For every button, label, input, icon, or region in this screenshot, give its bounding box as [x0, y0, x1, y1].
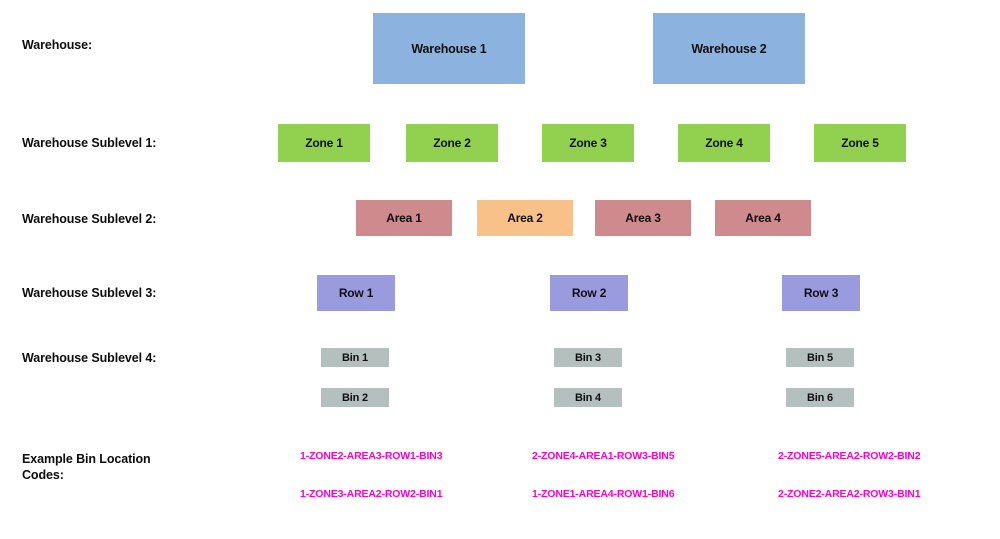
bin-box-bin-1[interactable]: Bin 1	[321, 348, 389, 367]
bin-location-code-3: 2-ZONE5-AREA2-ROW2-BIN2	[778, 450, 921, 462]
zone-box-zone-1[interactable]: Zone 1	[278, 124, 370, 162]
area-box-area-1[interactable]: Area 1	[356, 200, 452, 236]
row-label-codes: Example Bin Location Codes:	[22, 452, 151, 482]
zone-box-zone-3[interactable]: Zone 3	[542, 124, 634, 162]
bin-location-code-4: 1-ZONE3-AREA2-ROW2-BIN1	[300, 488, 443, 500]
bin-box-bin-5[interactable]: Bin 5	[786, 348, 854, 367]
warehouse-box-warehouse-2[interactable]: Warehouse 2	[653, 13, 805, 84]
area-box-area-3[interactable]: Area 3	[595, 200, 691, 236]
bin-location-code-1: 1-ZONE2-AREA3-ROW1-BIN3	[300, 450, 443, 462]
bin-box-bin-3[interactable]: Bin 3	[554, 348, 622, 367]
row-box-row-3[interactable]: Row 3	[782, 275, 860, 311]
warehouse-box-warehouse-1[interactable]: Warehouse 1	[373, 13, 525, 84]
row-label-warehouse: Warehouse:	[22, 38, 93, 52]
row-box-row-1[interactable]: Row 1	[317, 275, 395, 311]
area-box-area-4[interactable]: Area 4	[715, 200, 811, 236]
bin-location-code-2: 2-ZONE4-AREA1-ROW3-BIN5	[532, 450, 675, 462]
row-label-sublevel4: Warehouse Sublevel 4:	[22, 351, 157, 365]
zone-box-zone-2[interactable]: Zone 2	[406, 124, 498, 162]
area-box-area-2[interactable]: Area 2	[477, 200, 573, 236]
row-label-sublevel3: Warehouse Sublevel 3:	[22, 286, 157, 300]
bin-box-bin-6[interactable]: Bin 6	[786, 388, 854, 407]
bin-box-bin-2[interactable]: Bin 2	[321, 388, 389, 407]
row-box-row-2[interactable]: Row 2	[550, 275, 628, 311]
row-label-sublevel1: Warehouse Sublevel 1:	[22, 136, 157, 150]
zone-box-zone-5[interactable]: Zone 5	[814, 124, 906, 162]
bin-box-bin-4[interactable]: Bin 4	[554, 388, 622, 407]
row-label-sublevel2: Warehouse Sublevel 2:	[22, 212, 157, 226]
warehouse-hierarchy-diagram: Warehouse: Warehouse Sublevel 1: Warehouse…	[0, 0, 1000, 539]
bin-location-code-6: 2-ZONE2-AREA2-ROW3-BIN1	[778, 488, 921, 500]
bin-location-code-5: 1-ZONE1-AREA4-ROW1-BIN6	[532, 488, 675, 500]
zone-box-zone-4[interactable]: Zone 4	[678, 124, 770, 162]
